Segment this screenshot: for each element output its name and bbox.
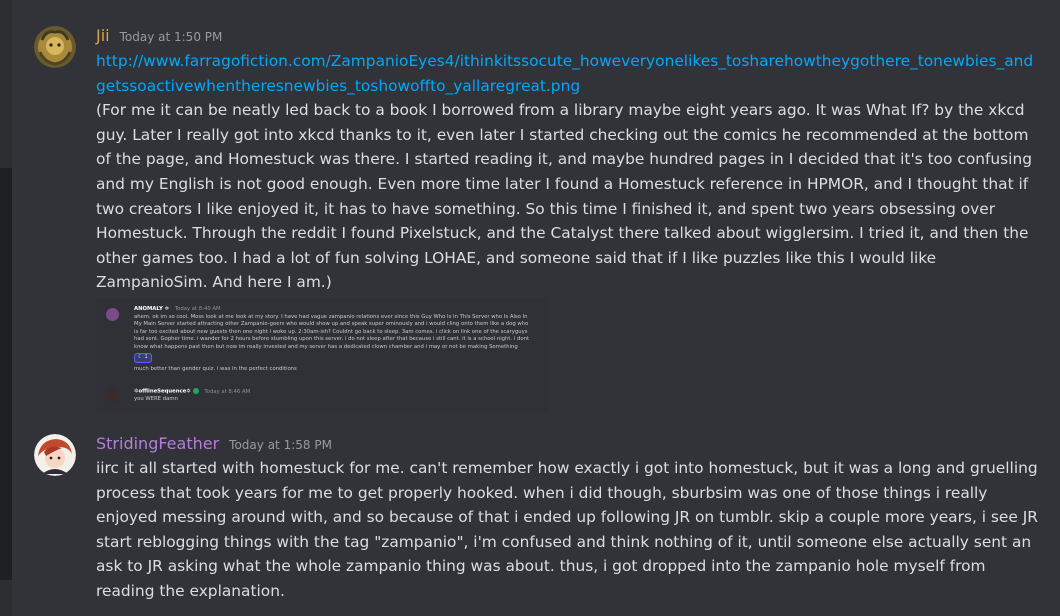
channel-sidebar-edge [0, 168, 12, 580]
avatar[interactable] [34, 434, 76, 476]
verified-icon [192, 388, 199, 394]
image-attachment[interactable]: ANOMALY ✲ Today at 8:40 AM ahem. ok im s… [96, 298, 548, 412]
timestamp: Today at 1:58 PM [229, 438, 332, 452]
reaction-badge: ☾ 1 [134, 353, 152, 363]
avatar-image-icon [34, 434, 76, 476]
message-text: (For me it can be neatly led back to a b… [96, 101, 1032, 292]
username[interactable]: StridingFeather [96, 434, 219, 453]
message-text: iirc it all started with homestuck for m… [96, 459, 1038, 600]
embedded-username: offlineSequence [138, 388, 187, 395]
moon-icon: ☾ [138, 354, 143, 361]
star-icon: ✲ [186, 388, 191, 395]
embedded-avatar [106, 308, 119, 321]
image-link[interactable]: http://www.farragofiction.com/ZampanioEy… [96, 49, 1040, 98]
avatar-image-icon [34, 26, 76, 68]
embedded-timestamp: Today at 8:46 AM [204, 388, 251, 395]
embedded-text: ahem. ok im so cool. Moss look at me loo… [134, 313, 530, 350]
embedded-username: ANOMALY [134, 306, 163, 312]
embedded-followup: much better than gender quiz. i was in t… [134, 366, 297, 372]
reaction-count: 1 [144, 354, 148, 361]
avatar[interactable] [34, 26, 76, 68]
embedded-avatar [106, 389, 119, 402]
embedded-text: you WERE damn [134, 396, 178, 402]
timestamp: Today at 1:50 PM [119, 30, 223, 44]
star-icon: ✲ [162, 306, 170, 312]
embedded-timestamp: Today at 8:40 AM [174, 306, 221, 312]
username[interactable]: Jii [96, 26, 110, 45]
